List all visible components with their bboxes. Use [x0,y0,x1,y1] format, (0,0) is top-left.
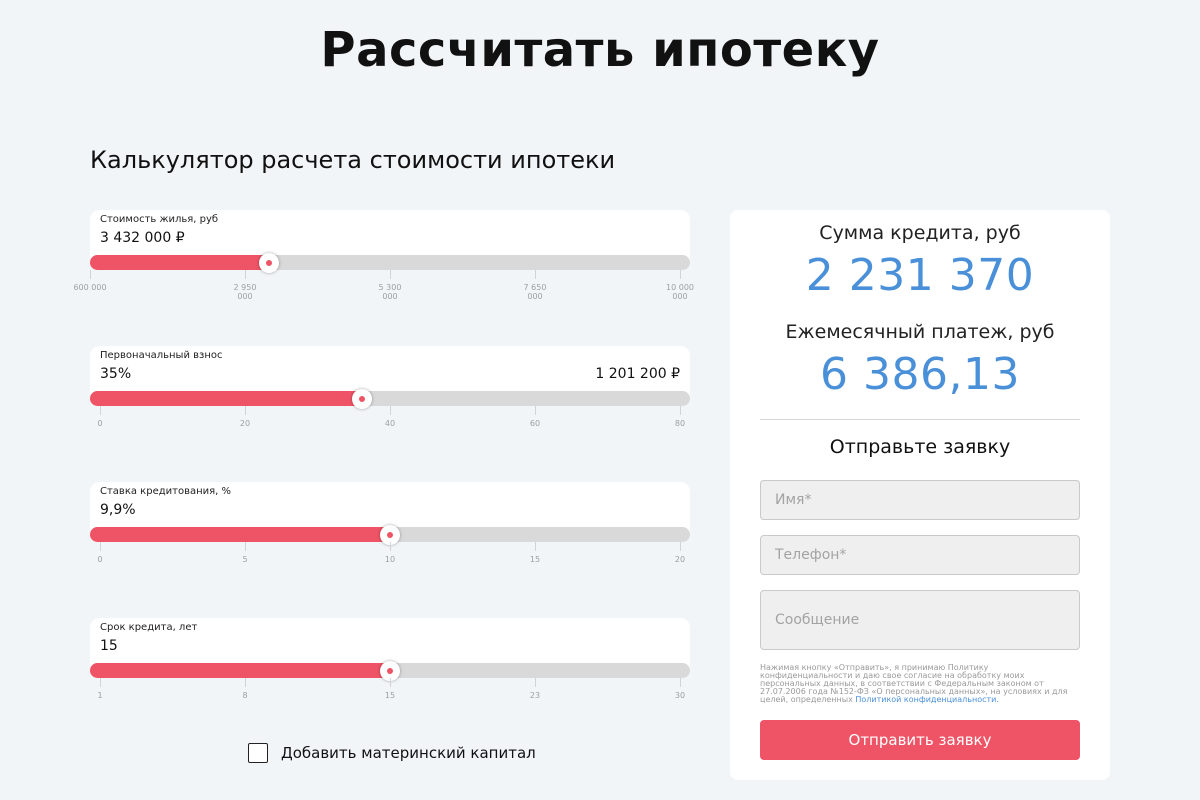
scale-tick: 2 950 000 [225,270,265,301]
slider-value-right: 1 201 200 ₽ [595,366,680,382]
scale-tick: 40 [370,406,410,428]
slider-value[interactable]: 35% [100,366,131,382]
scale-tick: 15 [515,542,555,564]
scale-tick: 8 [225,678,265,700]
slider-scale: 0 5 10 15 20 [90,542,690,570]
slider-track[interactable] [90,255,690,270]
panel-divider [760,419,1080,420]
scale-tick: 20 [660,542,700,564]
scale-tick: 7 650 000 [515,270,555,301]
slider-track[interactable] [90,391,690,406]
slider-fill [90,527,390,542]
maternal-capital-label: Добавить материнский капитал [281,744,536,762]
slider-fill [90,663,390,678]
monthly-payment-caption: Ежемесячный платеж, руб [785,321,1055,343]
slider-fill [90,255,269,270]
privacy-policy-link[interactable]: Политикой конфиденциальности. [855,695,999,704]
scale-tick: 10 000 000 [660,270,700,301]
loan-amount-value: 2 231 370 [805,250,1035,301]
slider-value[interactable]: 15 [100,638,118,654]
scale-tick: 600 000 [70,270,110,292]
slider-fill [90,391,362,406]
slider-label: Стоимость жилья, руб [100,214,219,225]
slider-label: Ставка кредитования, % [100,486,232,497]
slider-label: Срок кредита, лет [100,622,198,633]
slider-scale: 0 20 40 60 80 [90,406,690,434]
request-form-title: Отправьте заявку [829,436,1011,458]
maternal-capital-checkbox[interactable] [248,743,268,763]
scale-tick: 20 [225,406,265,428]
scale-tick: 10 [370,542,410,564]
scale-tick: 80 [660,406,700,428]
scale-tick: 60 [515,406,555,428]
slider-value[interactable]: 3 432 000 ₽ [100,230,185,246]
loan-amount-caption: Сумма кредита, руб [819,222,1021,244]
result-panel: Сумма кредита, руб 2 231 370 Ежемесячный… [730,210,1110,780]
monthly-payment-value: 6 386,13 [820,349,1020,400]
scale-tick: 1 [80,678,120,700]
scale-tick: 5 [225,542,265,564]
message-input[interactable] [760,590,1080,650]
slider-value[interactable]: 9,9% [100,502,136,518]
scale-tick: 0 [80,542,120,564]
scale-tick: 30 [660,678,700,700]
slider-scale: 600 000 2 950 000 5 300 000 7 650 000 10… [73,270,694,301]
page-title: Рассчитать ипотеку [320,22,880,78]
consent-text: Нажимая кнопку «Отправить», я принимаю П… [760,664,1080,704]
slider-scale: 1 8 15 23 30 [90,678,690,706]
name-input[interactable] [760,480,1080,520]
scale-tick: 5 300 000 [370,270,410,301]
maternal-capital-option[interactable]: Добавить материнский капитал [248,743,536,763]
scale-tick: 15 [370,678,410,700]
slider-label: Первоначальный взнос [100,350,223,361]
scale-tick: 23 [515,678,555,700]
submit-request-button[interactable]: Отправить заявку [760,720,1080,760]
scale-tick: 0 [80,406,120,428]
calculator-title: Калькулятор расчета стоимости ипотеки [90,146,616,174]
phone-input[interactable] [760,535,1080,575]
